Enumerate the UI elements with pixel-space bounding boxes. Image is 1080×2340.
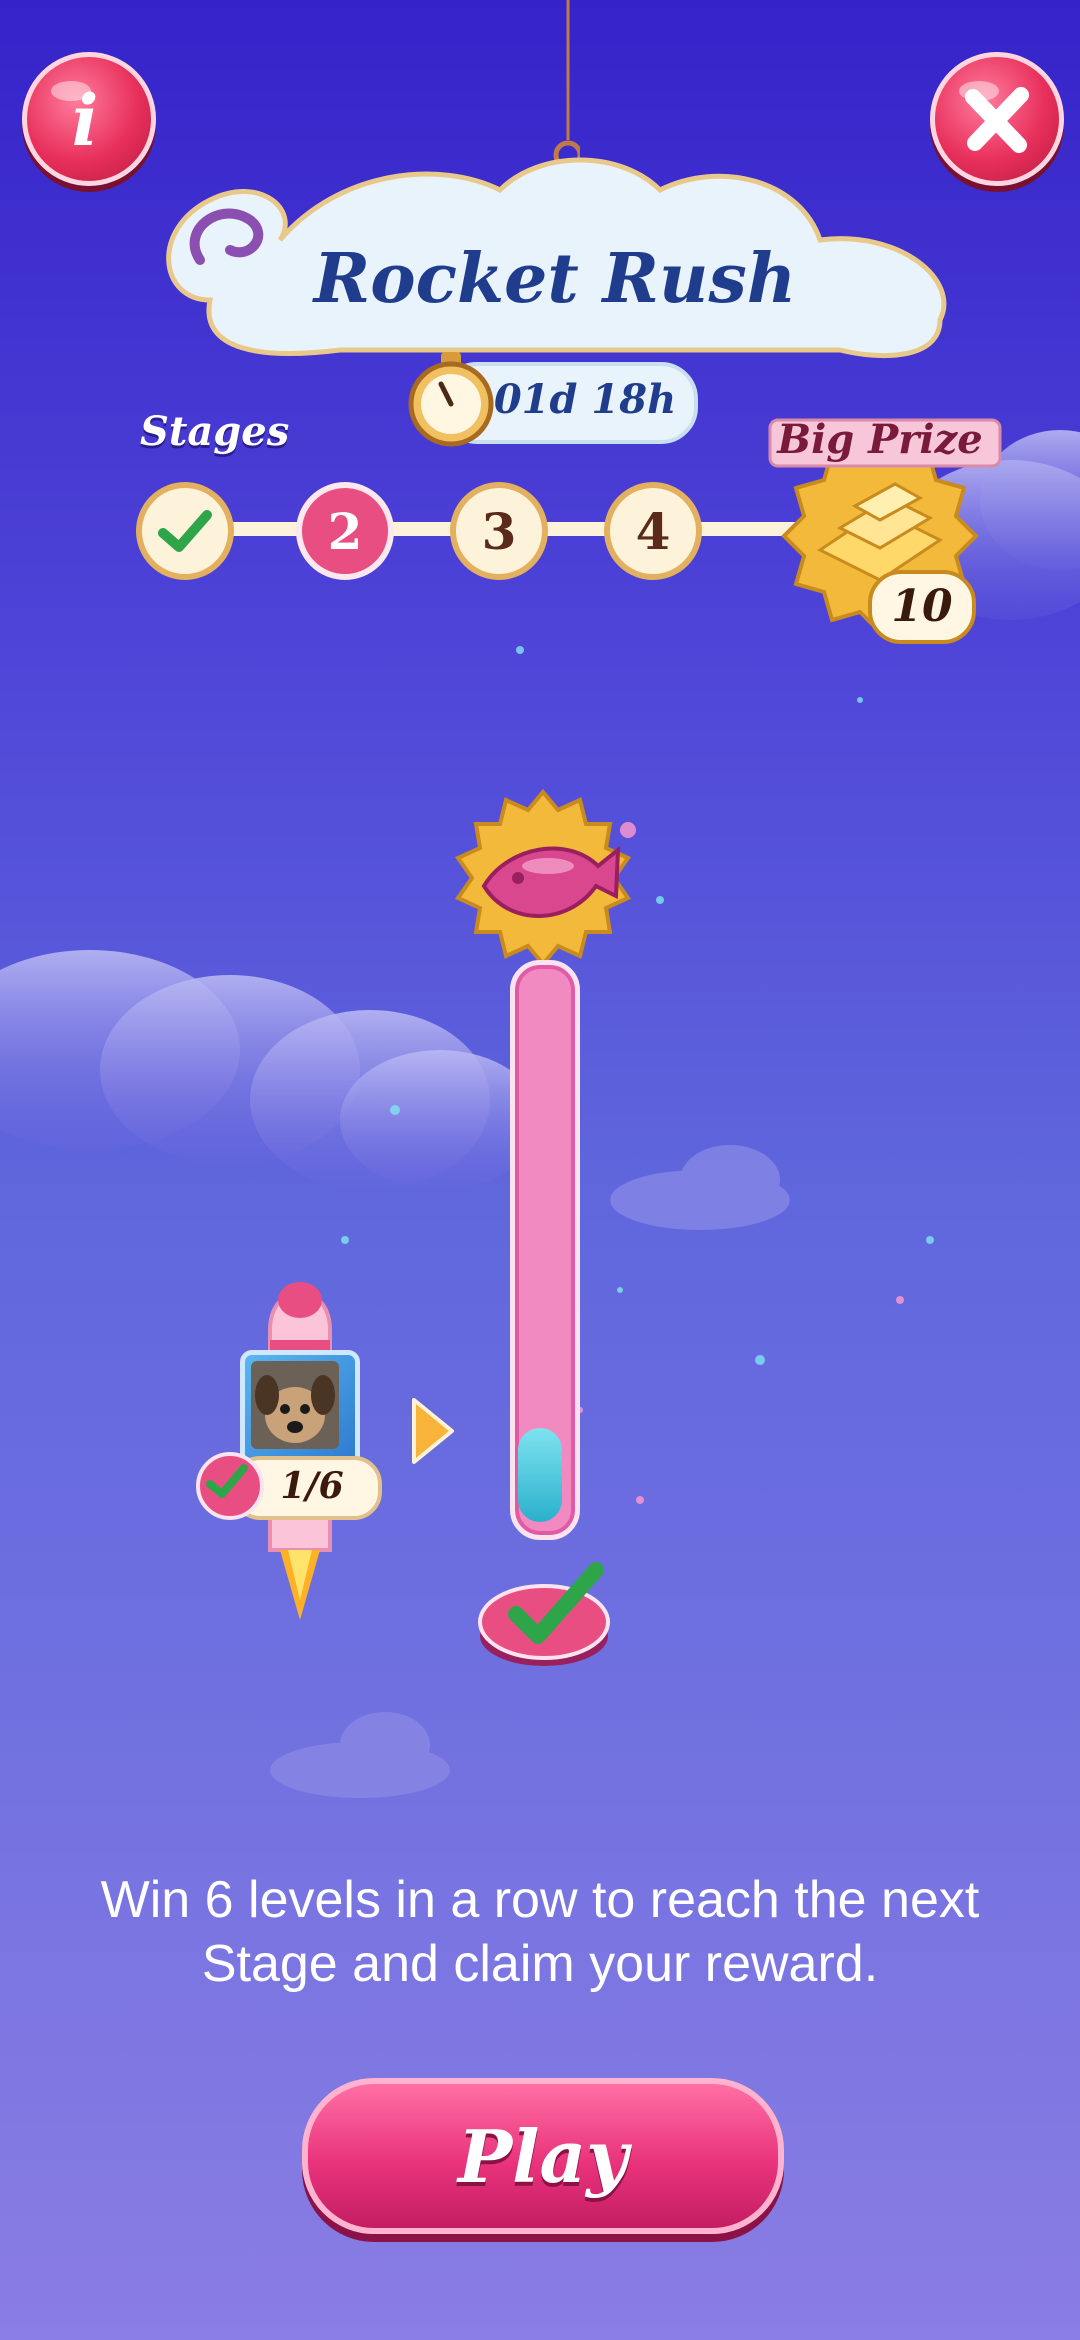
stage-3: 3 bbox=[450, 482, 548, 580]
big-prize-label: Big Prize bbox=[777, 416, 983, 463]
info-icon: i bbox=[51, 79, 99, 162]
player-progress-text: 1/6 bbox=[280, 1465, 344, 1507]
big-prize-count: 10 bbox=[868, 570, 976, 644]
arrow-right-icon bbox=[412, 1398, 454, 1464]
stage-4: 4 bbox=[604, 482, 702, 580]
timer-text: 01d 18h bbox=[493, 376, 677, 423]
play-button-label: Play bbox=[458, 2113, 628, 2199]
player-avatar bbox=[240, 1350, 360, 1470]
play-button[interactable]: Play bbox=[302, 2078, 784, 2234]
reward-badge bbox=[454, 788, 632, 968]
checkmark-icon bbox=[206, 1464, 248, 1498]
stages-label: Stages bbox=[140, 408, 290, 455]
info-button[interactable]: i bbox=[22, 52, 156, 186]
checkmark-icon bbox=[158, 510, 212, 552]
dog-photo-icon bbox=[251, 1361, 339, 1449]
stage-1-completed bbox=[136, 482, 234, 580]
player-check-badge bbox=[196, 1452, 264, 1520]
stage-2-current: 2 bbox=[296, 482, 394, 580]
svg-text:i: i bbox=[72, 79, 99, 162]
description-text: Win 6 levels in a row to reach the next … bbox=[100, 1871, 980, 1993]
progress-tube-fill bbox=[518, 1428, 562, 1522]
event-title: Rocket Rush bbox=[312, 239, 796, 319]
goal-checkmark-badge bbox=[478, 1562, 610, 1666]
